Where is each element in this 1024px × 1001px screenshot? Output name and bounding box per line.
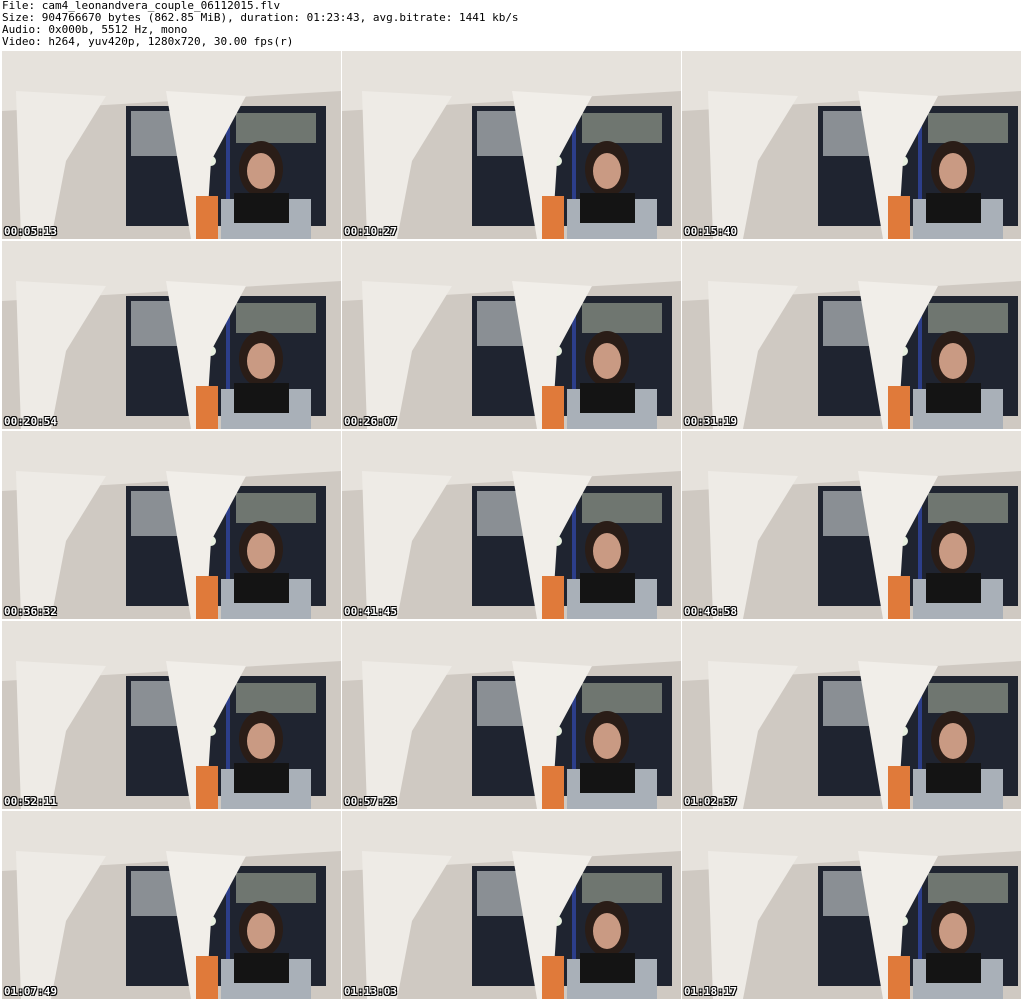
- video-thumbnail: 00:52:11: [2, 621, 341, 809]
- video-thumbnail: 00:57:23: [342, 621, 681, 809]
- timestamp-label: 00:10:27: [344, 225, 397, 238]
- room-scene: [342, 51, 681, 239]
- video-thumbnail: 01:02:37: [682, 621, 1021, 809]
- room-scene: [682, 51, 1021, 239]
- video-thumbnail: 00:31:19: [682, 241, 1021, 429]
- room-scene: [682, 811, 1021, 999]
- room-scene: [2, 431, 341, 619]
- timestamp-label: 00:52:11: [4, 795, 57, 808]
- room-scene: [342, 811, 681, 999]
- video-thumbnail: 00:15:40: [682, 51, 1021, 239]
- timestamp-label: 00:41:45: [344, 605, 397, 618]
- video-thumbnail: 00:36:32: [2, 431, 341, 619]
- timestamp-label: 00:36:32: [4, 605, 57, 618]
- timestamp-label: 00:31:19: [684, 415, 737, 428]
- room-scene: [342, 621, 681, 809]
- timestamp-label: 00:26:07: [344, 415, 397, 428]
- room-scene: [682, 431, 1021, 619]
- video-thumbnail: 00:20:54: [2, 241, 341, 429]
- room-scene: [682, 241, 1021, 429]
- timestamp-label: 00:05:13: [4, 225, 57, 238]
- video-info-line: Video: h264, yuv420p, 1280x720, 30.00 fp…: [2, 35, 294, 48]
- timestamp-label: 00:46:58: [684, 605, 737, 618]
- timestamp-label: 00:15:40: [684, 225, 737, 238]
- room-scene: [2, 51, 341, 239]
- timestamp-label: 01:18:17: [684, 985, 737, 998]
- video-thumbnail: 00:05:13: [2, 51, 341, 239]
- video-thumbnail: 00:41:45: [342, 431, 681, 619]
- video-thumbnail: 00:10:27: [342, 51, 681, 239]
- video-thumbnail: 01:07:49: [2, 811, 341, 999]
- timestamp-label: 01:13:03: [344, 985, 397, 998]
- video-thumbnail: 01:18:17: [682, 811, 1021, 999]
- room-scene: [342, 241, 681, 429]
- timestamp-label: 01:07:49: [4, 985, 57, 998]
- timestamp-label: 01:02:37: [684, 795, 737, 808]
- room-scene: [682, 621, 1021, 809]
- file-info-header: File: cam4_leonandvera_couple_06112015.f…: [2, 0, 1022, 50]
- room-scene: [2, 241, 341, 429]
- room-scene: [2, 811, 341, 999]
- room-scene: [342, 431, 681, 619]
- video-thumbnail: 00:46:58: [682, 431, 1021, 619]
- thumbnail-grid: 00:05:13 00:10:27 00:15:40 00:20:54 00:2…: [2, 51, 1022, 999]
- room-scene: [2, 621, 341, 809]
- timestamp-label: 00:57:23: [344, 795, 397, 808]
- timestamp-label: 00:20:54: [4, 415, 57, 428]
- video-thumbnail: 00:26:07: [342, 241, 681, 429]
- video-thumbnail: 01:13:03: [342, 811, 681, 999]
